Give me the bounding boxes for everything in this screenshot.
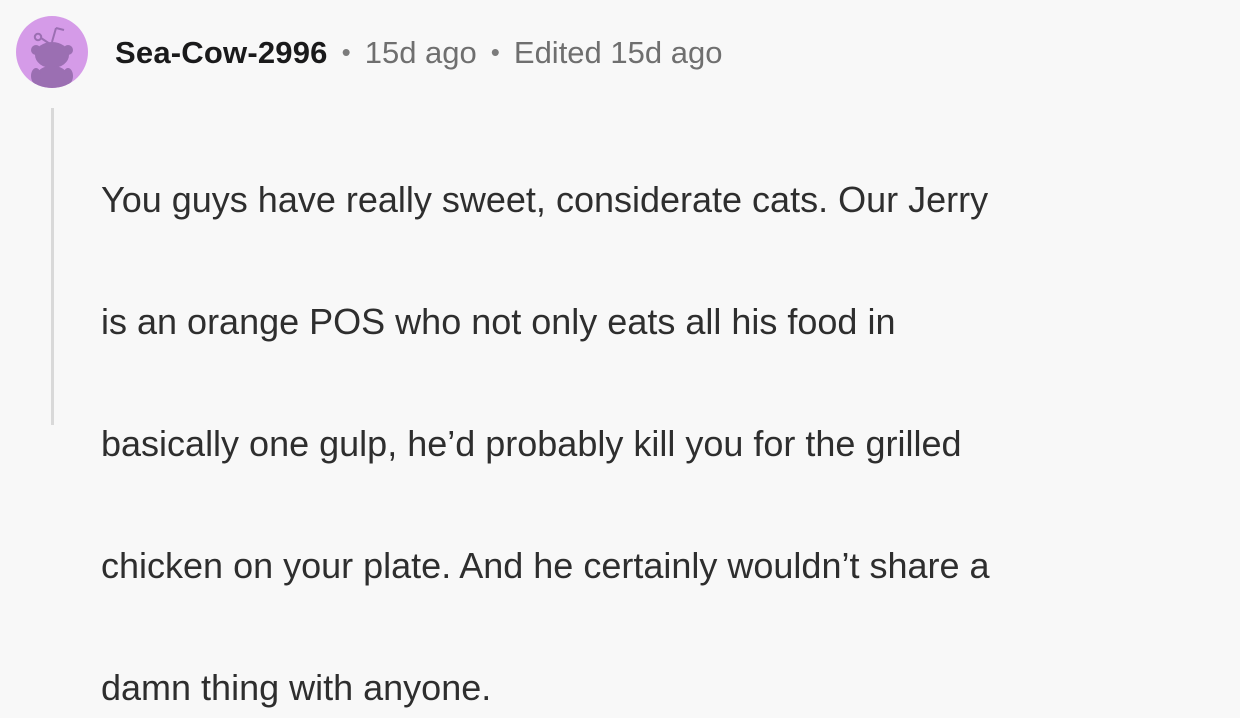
snoo-avatar-icon xyxy=(31,27,73,88)
comment-header: Sea-Cow-2996 • 15d ago • Edited 15d ago xyxy=(115,31,722,75)
comment-line: is an orange POS who not only eats all h… xyxy=(101,301,896,342)
comment-line: chicken on your plate. And he certainly … xyxy=(101,545,990,586)
comment: Sea-Cow-2996 • 15d ago • Edited 15d ago … xyxy=(0,0,1240,708)
comment-body: You guys have really sweet, considerate … xyxy=(101,108,1211,718)
comment-line: basically one gulp, he’d probably kill y… xyxy=(101,423,962,464)
posted-time[interactable]: 15d ago xyxy=(365,35,477,71)
edited-time: Edited 15d ago xyxy=(513,35,723,70)
meta-separator: • xyxy=(341,36,351,67)
thread-collapse-line[interactable] xyxy=(51,108,54,425)
user-avatar[interactable] xyxy=(16,16,88,88)
comment-line: damn thing with anyone. xyxy=(101,667,492,708)
meta-separator: • xyxy=(490,36,500,67)
username-link[interactable]: Sea-Cow-2996 xyxy=(115,35,328,71)
comment-line: You guys have really sweet, considerate … xyxy=(101,179,989,220)
